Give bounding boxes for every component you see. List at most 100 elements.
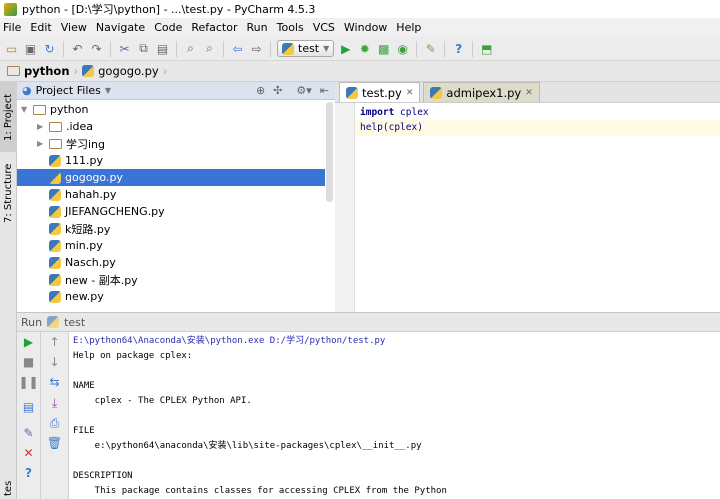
coverage-icon[interactable]: ▩ (376, 41, 391, 56)
tree-item[interactable]: gogogo.py (17, 169, 325, 186)
up-arrow-icon[interactable]: ↑ (41, 335, 68, 349)
copy-icon[interactable]: ⧉ (136, 41, 151, 56)
collapsed-arrow-icon[interactable]: ▶ (37, 139, 49, 148)
toolbar: ▭ ▣ ↻ ↶ ↷ ✂ ⧉ ▤ ⌕ ⌕ ⇦ ⇨ test ▼ ▶ ✹ ▩ ◉ ✎… (0, 37, 720, 61)
python-file-icon (49, 188, 61, 201)
separator (416, 40, 418, 57)
menu-help[interactable]: Help (396, 21, 421, 34)
collapse-all-icon[interactable]: ✣ (273, 84, 282, 97)
menu-tools[interactable]: Tools (277, 21, 304, 34)
tree-item[interactable]: new - 副本.py (17, 271, 325, 288)
menu-run[interactable]: Run (247, 21, 268, 34)
menu-code[interactable]: Code (154, 21, 182, 34)
tree-item-label: new.py (65, 290, 104, 303)
menu-view[interactable]: View (61, 21, 87, 34)
tree-item[interactable]: 111.py (17, 152, 325, 169)
menu-window[interactable]: Window (344, 21, 387, 34)
tree-item[interactable]: ▶ 学习ing (17, 135, 325, 152)
console-output[interactable]: E:\python64\Anaconda\安装\python.exe D:/学习… (69, 332, 720, 499)
forward-icon[interactable]: ⇨ (249, 41, 264, 56)
tree-item[interactable]: k短路.py (17, 220, 325, 237)
back-icon[interactable]: ⇦ (230, 41, 245, 56)
console-line: e:\python64\anaconda\安装\lib\site-package… (73, 441, 422, 451)
close-icon[interactable]: ✕ (406, 88, 414, 98)
paste-icon[interactable]: ▤ (155, 41, 170, 56)
save-icon[interactable]: ▣ (23, 41, 38, 56)
profile-icon[interactable]: ◉ (395, 41, 410, 56)
left-tool-strip: 1: Project 7: Structure tes (0, 82, 17, 499)
console-line: cplex - The CPLEX Python API. (73, 396, 252, 406)
menu-bar: File Edit View Navigate Code Refactor Ru… (0, 18, 720, 37)
tree-item[interactable]: JIEFANGCHENG.py (17, 203, 325, 220)
chevron-down-icon[interactable]: ▼ (105, 86, 111, 95)
debug-icon[interactable]: ✹ (357, 41, 372, 56)
down-arrow-icon[interactable]: ↓ (41, 355, 68, 369)
redo-icon[interactable]: ↷ (89, 41, 104, 56)
sync-icon[interactable]: ↻ (42, 41, 57, 56)
tree-item[interactable]: ▶ .idea (17, 118, 325, 135)
tree-item-label: JIEFANGCHENG.py (65, 205, 165, 218)
find-icon[interactable]: ⌕ (183, 41, 198, 56)
tab-test-py[interactable]: test.py ✕ (339, 82, 421, 102)
code-editor[interactable]: import cplex help(cplex) (335, 103, 720, 312)
scroll-from-source-icon[interactable]: ⊕ (256, 84, 265, 97)
tab-admipex1-py[interactable]: admipex1.py ✕ (423, 82, 540, 102)
run-config-select[interactable]: test ▼ (277, 40, 335, 57)
open-folder-icon[interactable]: ▭ (4, 41, 19, 56)
tab-structure[interactable]: 7: Structure (0, 158, 17, 228)
folder-icon (49, 121, 62, 132)
console-line: FILE (73, 426, 95, 436)
python-file-icon (430, 86, 443, 99)
menu-file[interactable]: File (3, 21, 21, 34)
menu-edit[interactable]: Edit (30, 21, 51, 34)
tree-item[interactable]: hahah.py (17, 186, 325, 203)
rerun-icon[interactable]: ▶ (17, 335, 40, 349)
replace-icon[interactable]: ⌕ (202, 41, 217, 56)
tab-favorites[interactable]: tes (0, 477, 17, 499)
tab-project[interactable]: 1: Project (0, 82, 17, 152)
close-icon[interactable]: ✕ (525, 88, 533, 98)
breadcrumb-python[interactable]: python (24, 64, 70, 78)
tree-item-label: min.py (65, 239, 103, 252)
tab-label: admipex1.py (446, 85, 522, 100)
trash-icon[interactable]: 🗑 (41, 436, 68, 450)
pin-icon[interactable]: ✎ (17, 426, 40, 440)
stop-icon[interactable]: ■ (17, 355, 40, 369)
help-icon[interactable]: ? (17, 466, 40, 480)
menu-navigate[interactable]: Navigate (96, 21, 145, 34)
separator (176, 40, 177, 57)
undo-icon[interactable]: ↶ (70, 41, 85, 56)
python-file-icon (49, 256, 61, 269)
settings-wrench-icon[interactable]: ✎ (423, 41, 438, 56)
tree-item[interactable]: Nasch.py (17, 254, 325, 271)
vcs-icon[interactable]: ⬒ (479, 41, 494, 56)
scroll-to-end-icon[interactable]: ⤓ (41, 396, 68, 411)
cut-icon[interactable]: ✂ (117, 41, 132, 56)
tree-item[interactable]: ▼ python (17, 101, 325, 118)
breadcrumb-gogogo[interactable]: gogogo.py (98, 64, 159, 78)
pause-icon[interactable]: ❚❚ (17, 375, 40, 389)
run-icon[interactable]: ▶ (338, 41, 353, 56)
separator (270, 40, 271, 57)
soft-wrap-icon[interactable]: ⇆ (41, 375, 68, 389)
menu-vcs[interactable]: VCS (313, 21, 335, 34)
breadcrumb: python › gogogo.py › (0, 61, 720, 82)
collapsed-arrow-icon[interactable]: ▶ (37, 122, 49, 131)
chevron-down-icon: ▼ (323, 44, 330, 53)
tree-scrollbar[interactable] (326, 102, 333, 202)
tree-item[interactable]: new.py (17, 288, 325, 305)
help-icon[interactable]: ? (451, 41, 466, 56)
tree-item[interactable]: min.py (17, 237, 325, 254)
run-label: Run (21, 315, 43, 329)
expanded-arrow-icon[interactable]: ▼ (21, 105, 33, 114)
restore-layout-icon[interactable]: ▤ (17, 400, 40, 414)
gear-icon[interactable]: ⚙▾ (296, 84, 311, 97)
close-icon[interactable]: ✕ (17, 446, 40, 460)
run-config-name: test (64, 315, 86, 329)
project-view-select[interactable]: Project Files (36, 84, 101, 97)
menu-refactor[interactable]: Refactor (191, 21, 237, 34)
separator (223, 40, 224, 57)
hide-panel-icon[interactable]: ⇤ (320, 84, 329, 97)
console-line: NAME (73, 381, 95, 391)
print-icon[interactable]: ⎙ (41, 416, 68, 431)
